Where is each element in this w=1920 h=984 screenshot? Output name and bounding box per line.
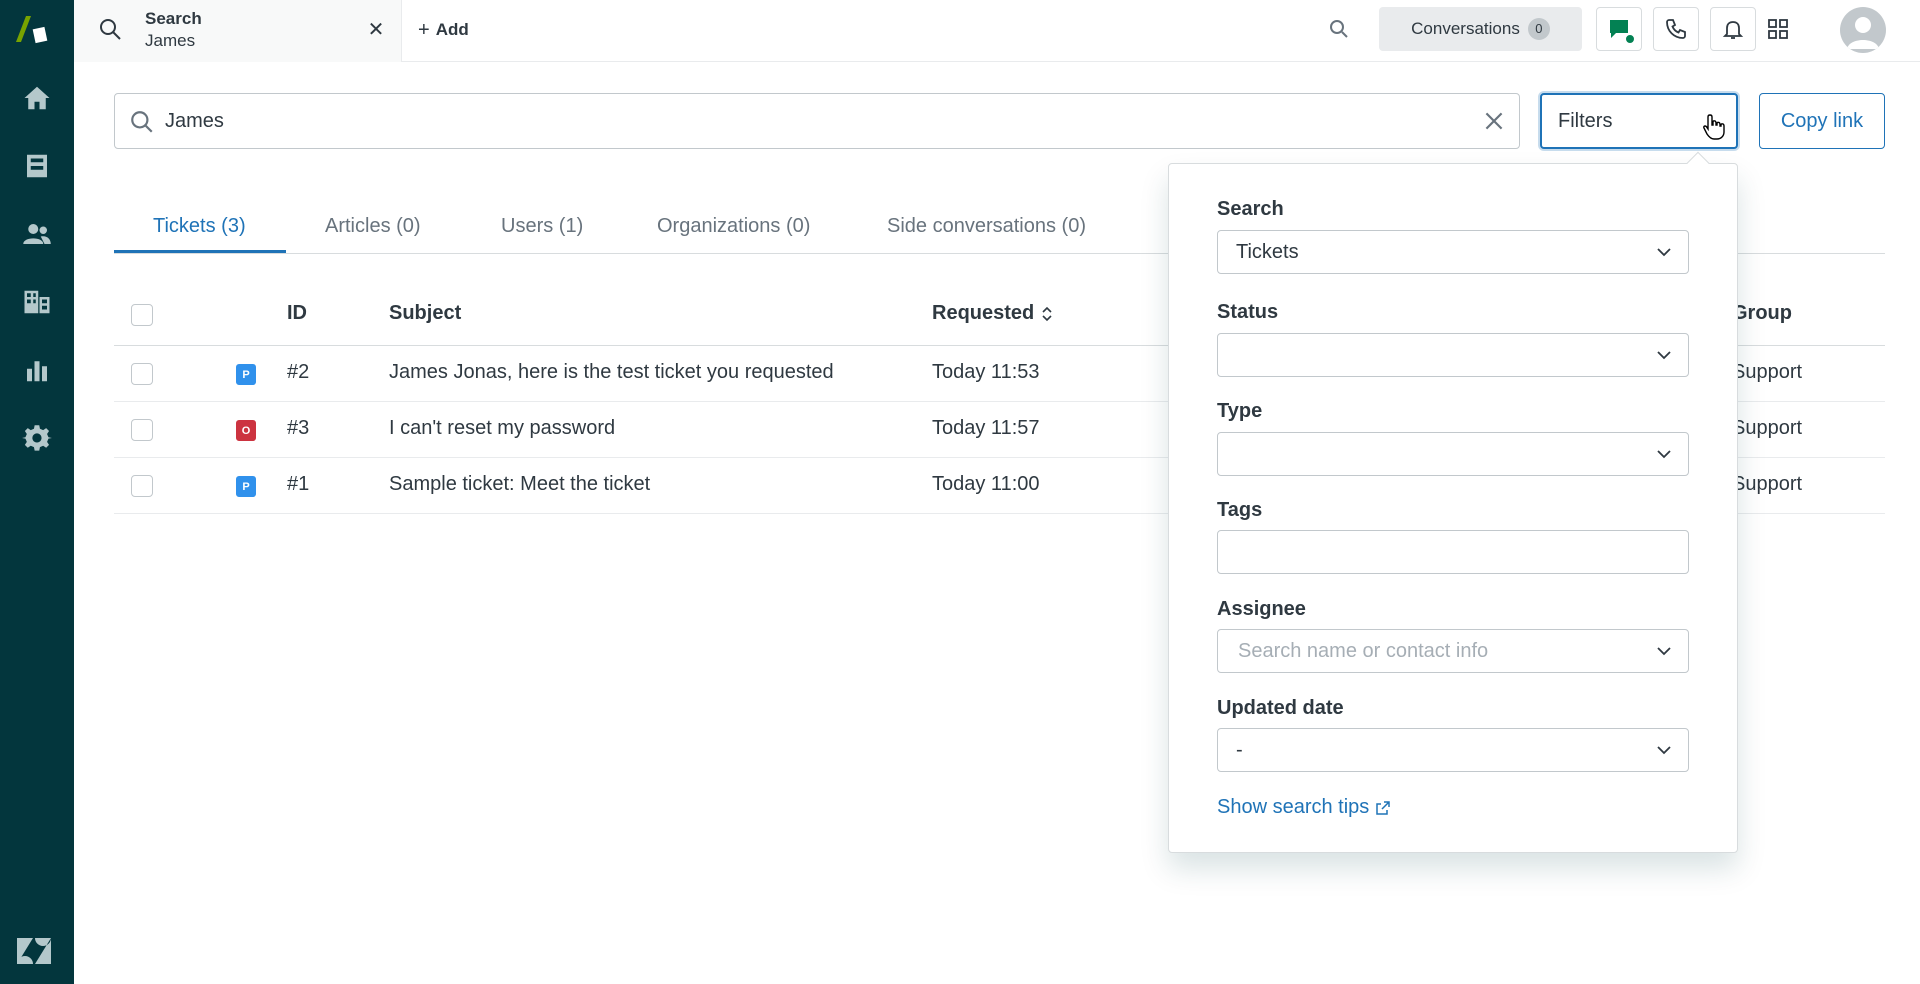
phone-icon [1666,19,1686,39]
online-status-dot [1624,33,1636,45]
status-badge: O [236,420,256,441]
tab-articles[interactable]: Articles (0) [325,215,421,238]
filter-search-label: Search [1217,198,1284,220]
plus-icon: + [418,18,430,41]
ticket-group: Support [1732,417,1803,439]
filter-updated-date-value: - [1236,739,1243,761]
user-avatar[interactable] [1840,7,1886,53]
ticket-id: #2 [287,361,310,383]
tab-organizations[interactable]: Organizations (0) [657,215,810,238]
zendesk-logo-icon[interactable] [15,936,53,966]
conversations-label: Conversations [1411,19,1520,38]
views-icon[interactable] [0,138,74,194]
tab-users[interactable]: Users (1) [501,215,583,238]
filter-updated-date-label: Updated date [1217,697,1344,719]
chevron-down-icon [1657,351,1671,360]
tab-subtitle: James [145,31,196,50]
status-badge: P [236,364,256,385]
ticket-group: Support [1732,361,1803,383]
tab-tickets[interactable]: Tickets (3) [153,215,246,238]
ticket-requested: Today 11:00 [932,473,1040,495]
chevron-down-icon [1657,450,1671,459]
copy-link-button[interactable]: Copy link [1759,93,1885,149]
apps-grid-icon[interactable] [1766,17,1790,41]
ticket-id: #3 [287,417,310,439]
active-tab-indicator [114,250,286,253]
chevron-down-icon [1657,746,1671,755]
search-tab[interactable]: Search James ✕ [74,0,402,62]
clear-search-icon[interactable] [1481,108,1507,134]
filter-type-label: Type [1217,400,1263,422]
ticket-subject[interactable]: I can't reset my password [389,417,615,440]
column-group[interactable]: Group [1732,302,1792,325]
filter-assignee-combobox[interactable]: Search name or contact info [1217,629,1689,673]
ticket-requested: Today 11:57 [932,417,1040,439]
top-bar: Search James ✕ + Add Conversations 0 [74,0,1920,62]
column-requested-label: Requested [932,302,1035,324]
filter-tags-label: Tags [1217,499,1263,521]
ticket-subject[interactable]: James Jonas, here is the test ticket you… [389,361,834,384]
messaging-status-button[interactable] [1596,7,1642,51]
search-icon [131,111,153,133]
chevron-down-icon [1657,248,1671,257]
filter-status-select[interactable] [1217,333,1689,377]
conversations-button[interactable]: Conversations 0 [1379,7,1582,51]
talk-phone-button[interactable] [1653,7,1699,51]
ticket-group: Support [1732,473,1803,495]
organizations-icon[interactable] [0,274,74,330]
left-nav [0,0,74,984]
copy-link-label: Copy link [1780,109,1864,132]
filters-panel: Search Tickets Status Type Tags Assignee… [1168,163,1738,853]
global-search-icon[interactable] [1327,17,1351,41]
external-link-icon [1376,800,1391,815]
zendesk-product-logo[interactable] [14,14,52,44]
add-label: Add [435,20,469,39]
bell-icon [1722,21,1744,39]
filter-type-select[interactable] [1217,432,1689,476]
tab-title: Search [145,9,202,28]
ticket-subject[interactable]: Sample ticket: Meet the ticket [389,473,650,496]
search-icon [100,19,121,40]
chevron-down-icon [1657,647,1671,656]
admin-gear-icon[interactable] [0,410,74,466]
select-all-checkbox[interactable] [131,304,153,326]
reporting-icon[interactable] [0,342,74,398]
filter-search-value: Tickets [1236,241,1299,263]
customers-icon[interactable] [0,206,74,262]
notifications-button[interactable] [1710,7,1756,51]
conversations-count-badge: 0 [1527,18,1550,40]
column-subject[interactable]: Subject [389,302,461,325]
filter-search-select[interactable]: Tickets [1217,230,1689,274]
column-id[interactable]: ID [287,302,307,325]
filter-updated-date-select[interactable]: - [1217,728,1689,772]
row-checkbox[interactable] [131,419,153,441]
tab-side-conversations[interactable]: Side conversations (0) [887,215,1086,238]
filter-tags-input[interactable] [1217,530,1689,574]
search-tips-label: Show search tips [1217,796,1370,818]
filter-assignee-placeholder: Search name or contact info [1238,640,1489,662]
home-icon[interactable] [0,70,74,126]
hand-pointer-cursor-icon [1703,114,1725,140]
row-checkbox[interactable] [131,475,153,497]
row-checkbox[interactable] [131,363,153,385]
close-tab-icon[interactable]: ✕ [364,17,388,41]
filters-label: Filters [1558,109,1613,132]
sort-icon [1042,306,1052,321]
add-tab-button[interactable]: + Add [418,16,469,44]
ticket-id: #1 [287,473,310,495]
search-input[interactable] [165,104,1435,138]
search-query-field[interactable] [114,93,1520,149]
status-badge: P [236,476,256,497]
filter-assignee-label: Assignee [1217,598,1306,620]
filter-status-label: Status [1217,301,1279,323]
column-requested[interactable]: Requested [932,302,1054,325]
show-search-tips-link[interactable]: Show search tips [1217,796,1391,819]
ticket-requested: Today 11:53 [932,361,1040,383]
